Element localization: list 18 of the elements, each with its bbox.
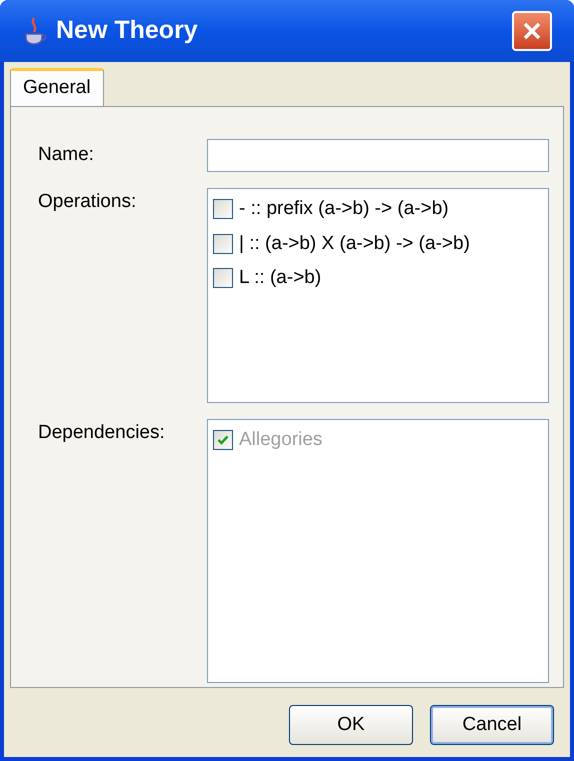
checkbox-label: - :: prefix (a->b) -> (a->b): [239, 197, 449, 221]
checkbox-label: L :: (a->b): [239, 266, 322, 290]
close-button[interactable]: [512, 11, 552, 51]
field-label: Operations:: [38, 190, 138, 214]
checkbox-label: Allegories: [239, 428, 322, 452]
dialog-button[interactable]: OK: [289, 705, 413, 745]
checkbox[interactable]: [213, 234, 233, 254]
window-title: New Theory: [56, 15, 199, 46]
checkbox[interactable]: [213, 199, 233, 220]
checkbox-label: | :: (a->b) X (a->b) -> (a->b): [239, 232, 470, 256]
checkbox[interactable]: [213, 268, 233, 288]
field-label: Dependencies:: [38, 421, 166, 445]
close-icon: [521, 20, 543, 42]
check-icon: [217, 434, 229, 446]
dialog-button[interactable]: Cancel: [430, 705, 554, 745]
name-field[interactable]: [207, 139, 549, 172]
tab[interactable]: General: [10, 68, 104, 106]
field-label: Name:: [38, 143, 95, 168]
